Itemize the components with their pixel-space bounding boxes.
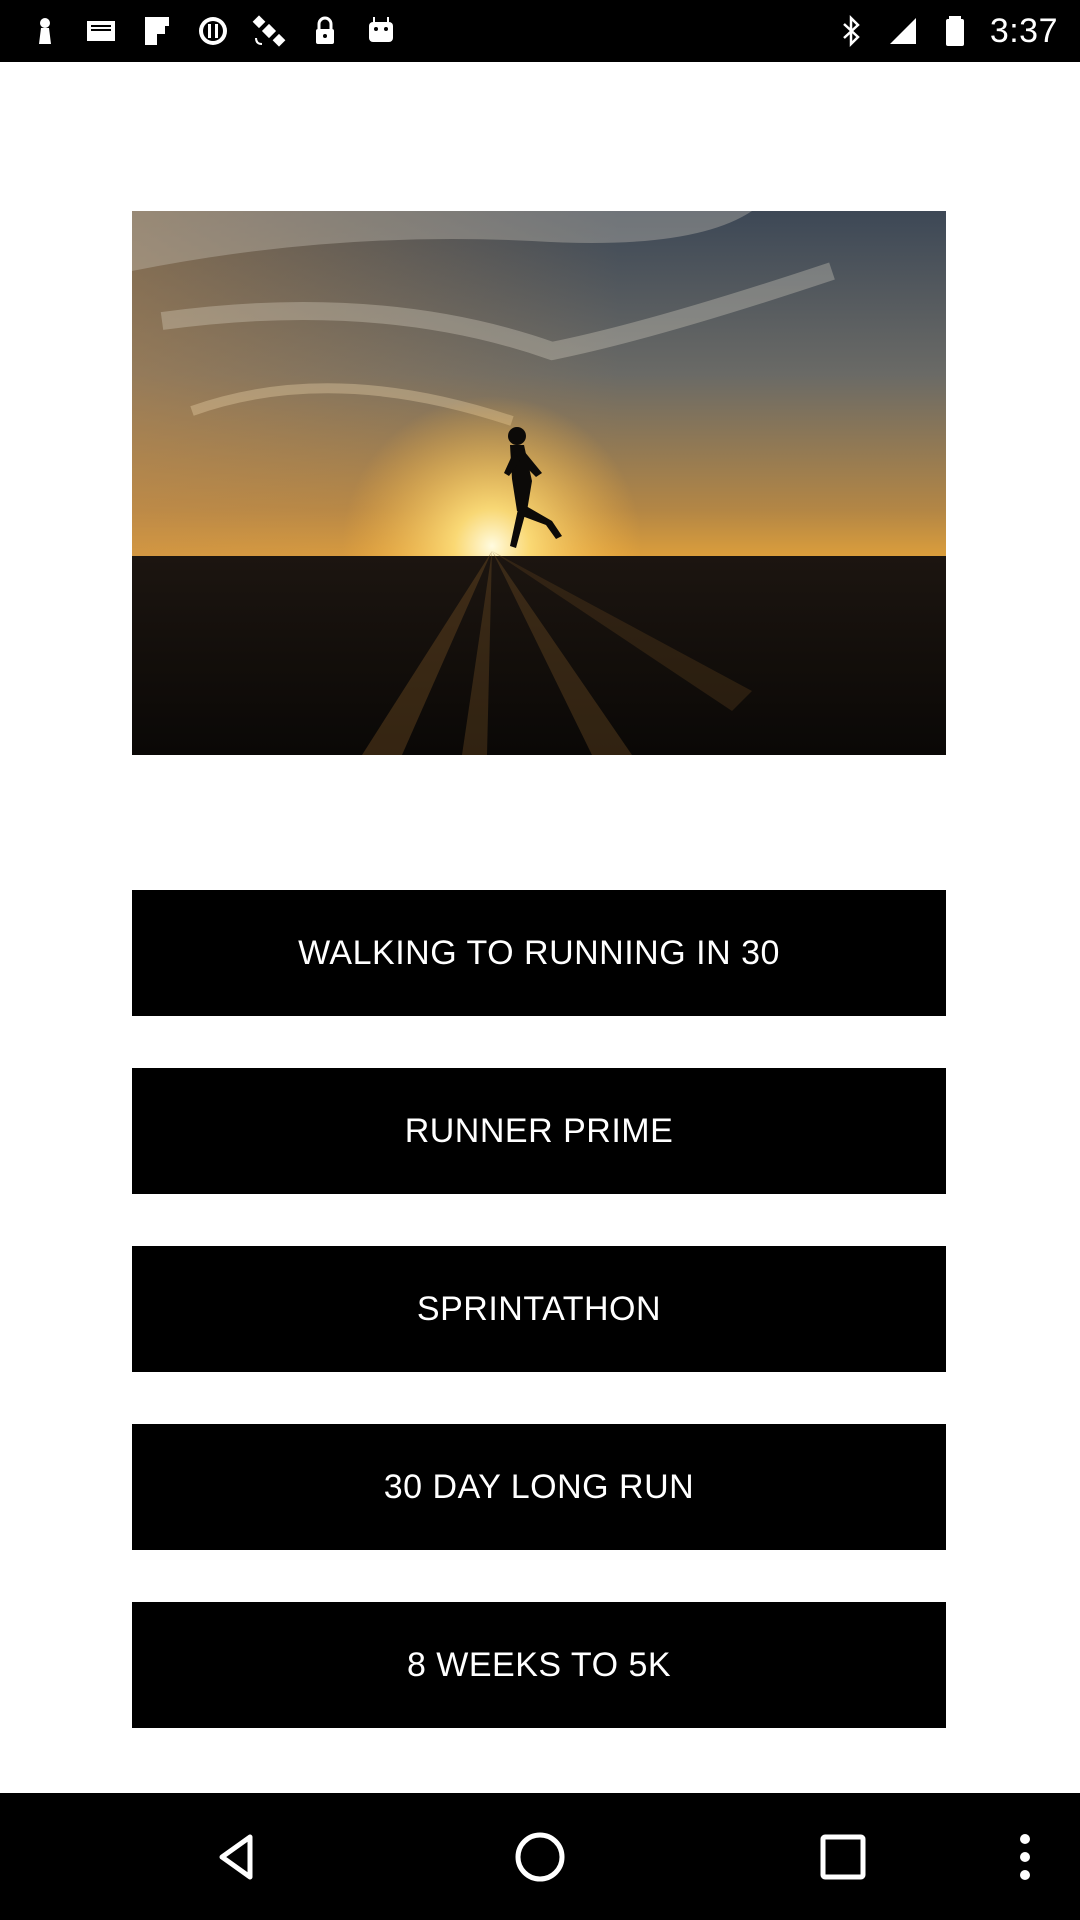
status-bar: 3:37 [0, 0, 1080, 62]
runner-silhouette-photo [132, 211, 946, 755]
notification-icon [28, 14, 62, 48]
home-button[interactable] [470, 1793, 610, 1920]
navigation-bar [0, 1793, 1080, 1920]
8-weeks-to-5k-button[interactable]: 8 WEEKS TO 5K [132, 1602, 946, 1728]
back-icon [219, 1834, 253, 1879]
sprintathon-button[interactable]: SPRINTATHON [132, 1246, 946, 1372]
runner-prime-button[interactable]: RUNNER PRIME [132, 1068, 946, 1194]
home-icon [515, 1832, 565, 1881]
hero-image [132, 211, 946, 755]
overflow-menu-icon [1020, 1833, 1030, 1880]
battery-icon [938, 14, 972, 48]
android-icon [364, 14, 398, 48]
recents-button[interactable] [773, 1793, 913, 1920]
walking-to-running-button[interactable]: WALKING TO RUNNING IN 30 [132, 890, 946, 1016]
mail-icon [84, 14, 118, 48]
status-icons-left [28, 0, 398, 62]
back-button[interactable] [166, 1793, 306, 1920]
status-clock: 3:37 [989, 11, 1058, 50]
status-icons-right: 3:37 [834, 0, 1058, 62]
lock-icon [308, 14, 342, 48]
alert-icon [196, 14, 230, 48]
satellite-icon [252, 14, 286, 48]
overflow-menu-button[interactable] [985, 1793, 1065, 1920]
flipboard-icon [140, 14, 174, 48]
recents-icon [820, 1834, 866, 1879]
signal-icon [886, 14, 920, 48]
bluetooth-icon [834, 14, 868, 48]
30-day-long-run-button[interactable]: 30 DAY LONG RUN [132, 1424, 946, 1550]
